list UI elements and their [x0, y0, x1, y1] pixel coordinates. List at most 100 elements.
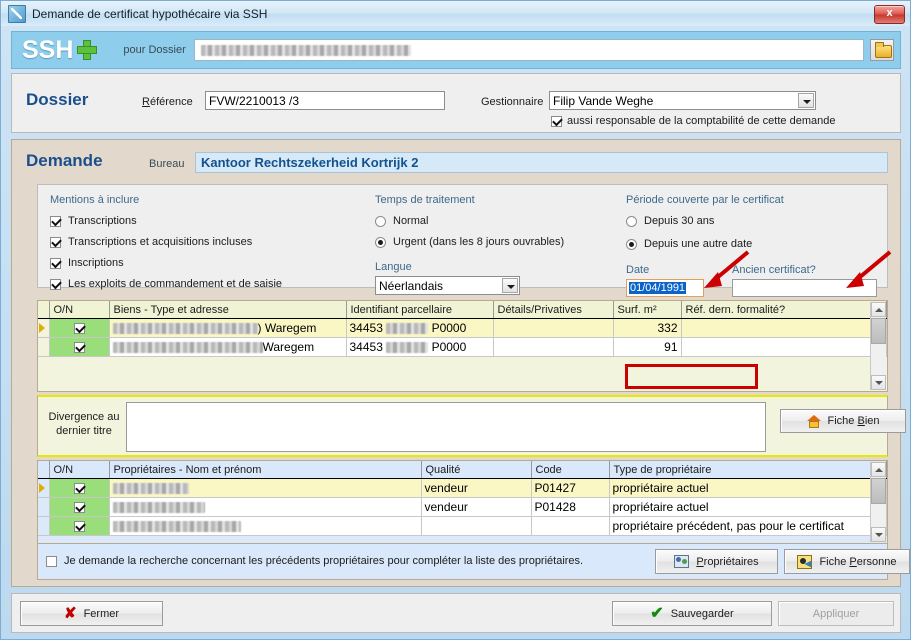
langue-label: Langue [375, 261, 412, 273]
also-responsible-checkbox[interactable] [551, 115, 562, 127]
biens-col-surface: Surf. m² [613, 301, 682, 319]
row-checkbox[interactable] [73, 323, 85, 334]
title-bar: Demande de certificat hypothécaire via S… [1, 1, 910, 26]
periode-radio-autre-date[interactable] [626, 238, 637, 250]
chevron-down-icon[interactable] [502, 278, 518, 293]
mentions-label-3: Les exploits de commandement et de saisi… [68, 278, 283, 290]
row-marker [38, 318, 50, 338]
row-checkbox[interactable] [73, 502, 85, 513]
fermer-button[interactable]: ✘ Fermer [20, 601, 163, 626]
table-row[interactable]: vendeur P01427 propriétaire actuel [38, 478, 887, 498]
divergence-label: Divergence au dernier titre [48, 411, 120, 437]
close-icon[interactable]: x [874, 5, 905, 24]
row-details [493, 318, 614, 338]
props-col-nom: Propriétaires - Nom et prénom [109, 461, 422, 479]
periode-label-0: Depuis 30 ans [644, 215, 715, 227]
periode-group-label: Période couverte par le certificat [626, 194, 784, 206]
mentions-item[interactable]: Transcriptions [50, 215, 350, 227]
scroll-thumb[interactable] [871, 318, 886, 344]
row-surface: 332 [613, 318, 682, 338]
people-icon [674, 555, 690, 568]
langue-select[interactable]: Néerlandais [375, 276, 520, 295]
row-parcel: 34453 P0000 [346, 318, 494, 338]
row-on-cell[interactable] [49, 318, 110, 338]
temps-radio-urgent[interactable] [375, 236, 386, 248]
row-name [109, 516, 422, 536]
proprietaires-button[interactable]: Propriétaires [655, 549, 778, 574]
mentions-label-0: Transcriptions [68, 215, 137, 227]
reference-input[interactable]: FVW/2210013 /3 [205, 91, 445, 110]
scroll-up-icon[interactable] [871, 302, 886, 317]
row-on-cell[interactable] [49, 337, 110, 357]
props-col-qualite: Qualité [421, 461, 532, 479]
reference-label: Référence [142, 96, 193, 108]
search-previous-owners-row[interactable]: Je demande la recherche concernant les p… [46, 555, 583, 567]
periode-column: Période couverte par le certificat Depui… [626, 194, 881, 297]
proprietaires-scrollbar[interactable] [870, 462, 886, 542]
mentions-item[interactable]: Transcriptions et acquisitions incluses [50, 236, 350, 248]
mentions-item[interactable]: Inscriptions [50, 257, 350, 269]
biens-scrollbar[interactable] [870, 302, 886, 390]
ancien-certificat-input[interactable] [732, 279, 877, 297]
also-responsible-row[interactable]: aussi responsable de la comptabilité de … [551, 115, 835, 127]
biens-marker-col [38, 301, 50, 319]
redacted-dossier-value [200, 45, 411, 56]
row-on-cell[interactable] [49, 516, 110, 536]
bureau-label: Bureau [149, 158, 185, 170]
periode-option-30ans[interactable]: Depuis 30 ans [626, 215, 881, 227]
temps-option-normal[interactable]: Normal [375, 215, 645, 227]
row-type: propriétaire actuel [609, 478, 887, 498]
row-checkbox[interactable] [73, 483, 85, 494]
row-address: Waregem [109, 337, 347, 357]
mentions-checkbox-inscriptions[interactable] [50, 257, 61, 269]
periode-radio-30ans[interactable] [626, 215, 637, 227]
props-col-on: O/N [49, 461, 110, 479]
scroll-up-icon[interactable] [871, 462, 886, 477]
row-quality: vendeur [421, 478, 532, 498]
temps-column: Temps de traitement Normal Urgent (dans … [375, 194, 645, 295]
date-input[interactable]: 01/04/1991 [626, 279, 704, 297]
mentions-checkbox-transcriptions[interactable] [50, 215, 61, 227]
fiche-personne-button[interactable]: Fiche Personne [784, 549, 910, 574]
mentions-item[interactable]: Les exploits de commandement et de saisi… [50, 278, 350, 290]
sauvegarder-label: Sauvegarder [670, 607, 734, 620]
gestionnaire-select[interactable]: Filip Vande Weghe [549, 91, 816, 110]
mentions-checkbox-transcriptions-acquisitions[interactable] [50, 236, 61, 248]
table-row[interactable]: propriétaire précédent, pas pour le cert… [38, 516, 887, 536]
scroll-thumb[interactable] [871, 478, 886, 504]
row-checkbox[interactable] [73, 521, 85, 532]
divergence-textarea[interactable] [126, 402, 766, 452]
bureau-value: Kantoor Rechtszekerheid Kortrijk 2 [195, 152, 888, 173]
temps-option-urgent[interactable]: Urgent (dans les 8 jours ouvrables) [375, 236, 645, 248]
chevron-down-icon[interactable] [798, 93, 814, 108]
temps-radio-normal[interactable] [375, 215, 386, 227]
appliquer-label: Appliquer [812, 607, 860, 620]
dossier-field[interactable] [193, 39, 864, 61]
mentions-checkbox-exploits[interactable] [50, 278, 61, 290]
also-responsible-label: aussi responsable de la comptabilité de … [567, 115, 836, 127]
pour-dossier-label: pour Dossier [123, 44, 186, 56]
props-marker-col [38, 461, 50, 479]
biens-col-details: Détails/Privatives [493, 301, 614, 319]
mentions-label-2: Inscriptions [68, 257, 124, 269]
demande-panel-title: Demande [26, 151, 103, 170]
scroll-down-icon[interactable] [871, 527, 886, 542]
folder-open-icon[interactable] [870, 39, 894, 61]
row-code: P01427 [531, 478, 610, 498]
row-on-cell[interactable] [49, 497, 110, 517]
row-type: propriétaire actuel [609, 497, 887, 517]
scroll-down-icon[interactable] [871, 375, 886, 390]
table-row[interactable]: ) Waregem 34453 P0000 332 [38, 318, 887, 338]
row-type: propriétaire précédent, pas pour le cert… [609, 516, 887, 536]
temps-group-label: Temps de traitement [375, 194, 475, 206]
table-row[interactable]: vendeur P01428 propriétaire actuel [38, 497, 887, 517]
date-value: 01/04/1991 [629, 282, 687, 294]
row-checkbox[interactable] [73, 342, 85, 353]
sauvegarder-button[interactable]: ✔ Sauvegarder [612, 601, 772, 626]
row-on-cell[interactable] [49, 478, 110, 498]
table-row[interactable]: Waregem 34453 P0000 91 [38, 337, 887, 357]
search-previous-owners-checkbox[interactable] [46, 555, 57, 567]
periode-option-autre-date[interactable]: Depuis une autre date [626, 238, 881, 250]
fiche-bien-button[interactable]: Fiche Bien [780, 409, 906, 433]
row-address: ) Waregem [109, 318, 347, 338]
